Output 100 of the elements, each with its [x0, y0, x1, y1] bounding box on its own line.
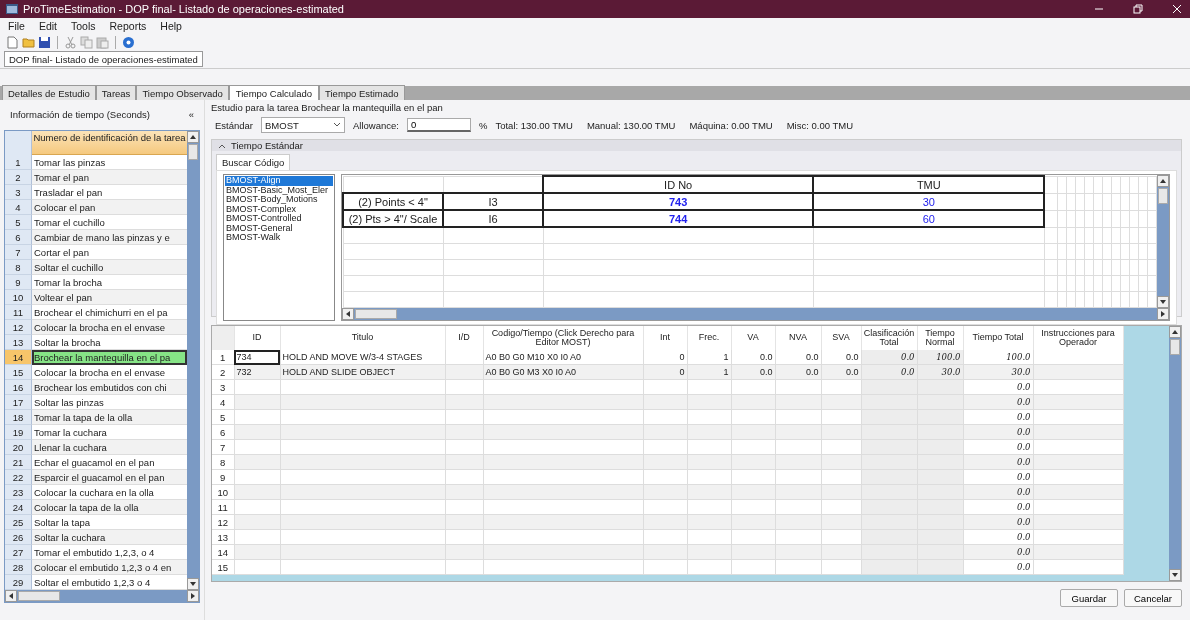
task-cell[interactable]: Colocar la cuchara en la olla [32, 485, 187, 500]
task-cell[interactable]: Tomar la tapa de la olla [32, 410, 187, 425]
task-cell[interactable]: Brochear la mantequilla en el pa [32, 350, 187, 365]
horizontal-scrollbar[interactable] [342, 308, 1169, 320]
menu-item[interactable]: File [8, 20, 25, 32]
list-item[interactable]: BMOST-Controlled [225, 214, 333, 224]
save-icon[interactable] [38, 35, 51, 49]
list-item[interactable]: BMOST-Walk [225, 233, 333, 243]
task-cell[interactable]: Tomar la cuchara [32, 425, 187, 440]
column-header[interactable]: VA [731, 326, 775, 350]
task-cell[interactable]: Cambiar de mano las pinzas y e [32, 230, 187, 245]
list-item[interactable]: BMOST-Align [225, 176, 333, 186]
standard-dropdown[interactable]: BMOST [261, 117, 346, 133]
section-header[interactable]: Tiempo Estándar [212, 140, 1181, 151]
chevron-icon[interactable] [218, 142, 226, 149]
scroll-down-icon[interactable] [1169, 569, 1181, 581]
table-cell[interactable]: A0 B0 G0 M10 X0 I0 A0 [483, 350, 643, 365]
column-header[interactable]: NVA [775, 326, 821, 350]
task-cell[interactable]: Colocar el embutido 1,2,3 o 4 en [32, 560, 187, 575]
scroll-thumb[interactable] [188, 144, 198, 160]
task-cell[interactable]: Trasladar el pan [32, 185, 187, 200]
scroll-thumb[interactable] [355, 309, 397, 319]
scroll-up-icon[interactable] [1169, 326, 1181, 338]
table-cell[interactable]: 100.0 [963, 350, 1033, 365]
dialog-button[interactable]: Guardar [1060, 589, 1118, 607]
table-cell[interactable]: 0.0 [963, 499, 1033, 515]
task-cell[interactable]: Tomar el embutido 1,2,3, o 4 [32, 545, 187, 560]
column-header[interactable]: I/D [445, 326, 483, 350]
task-cell[interactable]: Tomar el cuchillo [32, 215, 187, 230]
column-header[interactable]: Tiempo Total [963, 326, 1033, 350]
task-cell[interactable]: Brochear el chimichurri en el pa [32, 305, 187, 320]
tab[interactable]: Tiempo Observado [136, 85, 229, 100]
column-header[interactable]: Codigo/Tiempo (Click Derecho para Editor MOST) [483, 326, 643, 350]
scroll-right-icon[interactable] [1157, 308, 1169, 320]
vertical-scrollbar[interactable] [1157, 175, 1169, 308]
table-cell[interactable]: 0.0 [775, 350, 821, 365]
menu-item[interactable]: Reports [109, 20, 147, 32]
column-header[interactable]: Frec. [687, 326, 731, 350]
column-header[interactable]: ID [234, 326, 280, 350]
table-cell[interactable]: 0.0 [963, 439, 1033, 455]
table-cell[interactable]: 1 [687, 350, 731, 365]
column-header[interactable]: Numero de identificación de la tarea [32, 131, 187, 155]
task-cell[interactable]: Echar el guacamol en el pan [32, 455, 187, 470]
restore-icon[interactable] [1131, 2, 1145, 16]
task-cell[interactable]: Colocar la brocha en el envase [32, 320, 187, 335]
table-cell[interactable]: 0 [643, 350, 687, 365]
vertical-scrollbar[interactable] [1169, 326, 1181, 581]
column-header[interactable]: Int [643, 326, 687, 350]
column-header[interactable]: Clasificación Total [861, 326, 917, 350]
dialog-button[interactable]: Cancelar [1124, 589, 1182, 607]
tab[interactable]: Tiempo Estimado [319, 85, 405, 100]
table-cell[interactable]: 0.0 [963, 529, 1033, 545]
list-item[interactable]: BMOST-Body_Motions [225, 195, 333, 205]
list-item[interactable]: BMOST-Basic_Most_Eler [225, 185, 333, 195]
table-cell[interactable]: 0.0 [963, 469, 1033, 485]
list-item[interactable]: BMOST-General [225, 223, 333, 233]
table-cell[interactable]: HOLD AND MOVE W/3-4 STAGES [280, 350, 445, 365]
table-cell[interactable]: 0.0 [731, 350, 775, 365]
table-cell[interactable]: 0.0 [821, 350, 861, 365]
scroll-left-icon[interactable] [342, 308, 354, 320]
table-cell[interactable]: 0.0 [861, 350, 917, 365]
close-icon[interactable] [1170, 2, 1184, 16]
scroll-down-icon[interactable] [1157, 296, 1169, 308]
task-cell[interactable]: Llenar la cuchara [32, 440, 187, 455]
task-cell[interactable]: Colocar el pan [32, 200, 187, 215]
task-cell[interactable]: Tomar la brocha [32, 275, 187, 290]
task-cell[interactable]: Colocar la tapa de la olla [32, 500, 187, 515]
table-cell[interactable]: 0.0 [963, 559, 1033, 575]
column-header[interactable]: Tiempo Normal [917, 326, 963, 350]
task-cell[interactable]: Colocar la brocha en el envase [32, 365, 187, 380]
column-header[interactable]: Titulo [280, 326, 445, 350]
task-cell[interactable]: Soltar las pinzas [32, 395, 187, 410]
scroll-up-icon[interactable] [187, 131, 199, 143]
task-cell[interactable]: Soltar la brocha [32, 335, 187, 350]
scroll-thumb[interactable] [1158, 188, 1168, 204]
task-cell[interactable]: Tomar las pinzas [32, 155, 187, 170]
menu-item[interactable]: Edit [38, 20, 57, 32]
tab[interactable]: Detalles de Estudio [2, 85, 96, 100]
allowance-field[interactable]: 0 [407, 118, 471, 132]
scroll-thumb[interactable] [18, 591, 60, 601]
menu-item[interactable]: Help [160, 20, 182, 32]
tab[interactable]: Tareas [95, 85, 137, 100]
scroll-down-icon[interactable] [187, 578, 199, 590]
task-cell[interactable]: Esparcir el guacamol en el pan [32, 470, 187, 485]
task-cell[interactable]: Brochear los embutidos con chi [32, 380, 187, 395]
task-cell[interactable]: Soltar el embutido 1,2,3 o 4 [32, 575, 187, 590]
collapse-button[interactable]: « [188, 108, 194, 120]
horizontal-scrollbar[interactable] [5, 590, 199, 602]
list-item[interactable]: BMOST-Complex [225, 204, 333, 214]
document-tab[interactable]: DOP final- Listado de operaciones-estimated [4, 51, 203, 67]
tab[interactable]: Buscar Código [216, 154, 291, 170]
menu-item[interactable]: Tools [71, 20, 96, 32]
scroll-left-icon[interactable] [5, 590, 17, 602]
table-cell[interactable]: 0.0 [963, 379, 1033, 395]
column-header[interactable]: SVA [821, 326, 861, 350]
scroll-right-icon[interactable] [187, 590, 199, 602]
task-cell[interactable]: Cortar el pan [32, 245, 187, 260]
task-cell[interactable]: Soltar la tapa [32, 515, 187, 530]
table-cell[interactable]: 100.0 [917, 350, 963, 365]
table-cell[interactable]: 734 [234, 350, 280, 365]
